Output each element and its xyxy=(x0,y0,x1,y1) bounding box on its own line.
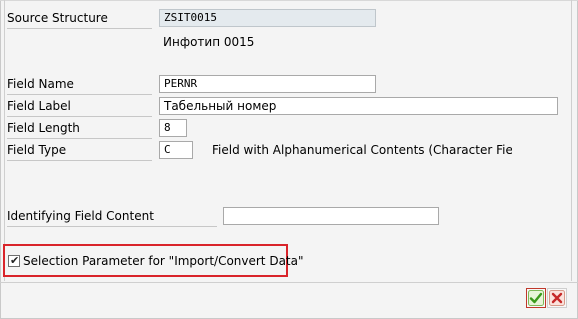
field-length-label: Field Length xyxy=(7,121,80,135)
left-border xyxy=(4,0,5,281)
footer-divider xyxy=(0,282,578,283)
identifying-content-input[interactable] xyxy=(223,207,439,225)
cancel-button[interactable] xyxy=(547,288,567,308)
confirm-button[interactable] xyxy=(526,288,546,308)
selection-parameter-checkbox[interactable]: ✔ xyxy=(8,255,20,267)
source-structure-label: Source Structure xyxy=(7,11,108,25)
field-name-label: Field Name xyxy=(7,77,74,91)
top-divider xyxy=(0,0,578,1)
checkmark-icon: ✔ xyxy=(10,254,20,267)
source-structure-description: Инфотип 0015 xyxy=(163,35,255,49)
field-length-input[interactable]: 8 xyxy=(159,119,187,137)
right-border xyxy=(571,0,572,281)
label-underline xyxy=(7,160,152,161)
field-type-input[interactable]: C xyxy=(159,141,193,159)
identifying-content-label: Identifying Field Content xyxy=(7,209,154,223)
label-underline xyxy=(7,94,152,95)
field-label-label: Field Label xyxy=(7,99,71,113)
selection-parameter-label: Selection Parameter for "Import/Convert … xyxy=(23,254,304,268)
field-name-input[interactable]: PERNR xyxy=(159,75,376,93)
field-type-label: Field Type xyxy=(7,143,67,157)
label-underline xyxy=(7,226,217,227)
field-label-input[interactable]: Табельный номер xyxy=(159,97,558,115)
field-type-description: Field with Alphanumerical Contents (Char… xyxy=(212,143,512,157)
label-underline xyxy=(7,28,152,29)
checkmark-icon xyxy=(528,290,544,306)
label-underline xyxy=(7,138,152,139)
source-structure-field[interactable]: ZSIT0015 xyxy=(159,9,376,27)
label-underline xyxy=(7,116,152,117)
close-icon xyxy=(549,290,565,306)
